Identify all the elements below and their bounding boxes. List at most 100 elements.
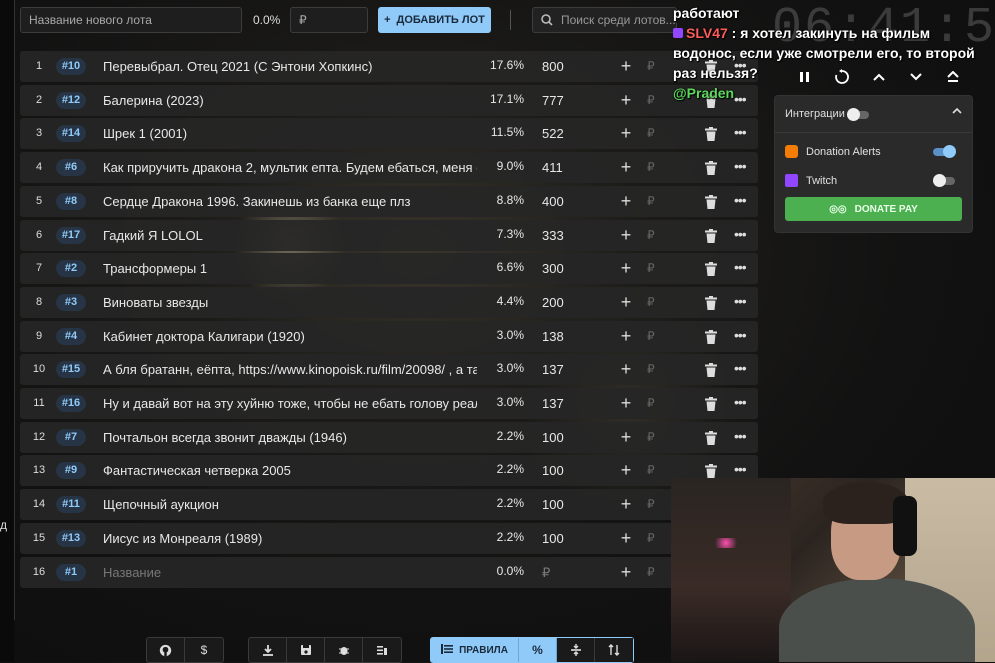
amount-currency-input[interactable]: ₽ xyxy=(647,422,655,453)
donate-pay-button[interactable]: ◎◎ DONATE PAY xyxy=(785,197,962,221)
delete-icon[interactable] xyxy=(705,228,717,243)
amount-currency-input[interactable]: ₽ xyxy=(647,455,655,486)
lot-amount[interactable]: 138 xyxy=(542,321,592,352)
add-amount-icon[interactable]: + xyxy=(618,557,634,587)
lot-amount[interactable]: 400 xyxy=(542,186,592,217)
lot-amount[interactable]: 333 xyxy=(542,220,592,251)
add-amount-icon[interactable]: + xyxy=(618,220,634,250)
add-amount-icon[interactable]: + xyxy=(618,51,634,81)
more-options-icon[interactable]: ••• xyxy=(734,220,747,248)
new-lot-name-input[interactable]: Название нового лота xyxy=(20,7,242,33)
add-amount-icon[interactable]: + xyxy=(618,186,634,216)
pause-icon[interactable] xyxy=(786,66,823,88)
add-lot-button[interactable]: + ДОБАВИТЬ ЛОТ xyxy=(378,7,491,33)
amount-currency-input[interactable]: ₽ xyxy=(647,489,655,520)
more-options-icon[interactable]: ••• xyxy=(734,354,747,382)
amount-currency-input[interactable]: ₽ xyxy=(647,287,655,318)
more-options-icon[interactable]: ••• xyxy=(734,321,747,349)
clear-list-icon[interactable] xyxy=(363,638,401,662)
amount-currency-input[interactable]: ₽ xyxy=(647,152,655,183)
add-amount-icon[interactable]: + xyxy=(618,321,634,351)
chevron-down-icon[interactable] xyxy=(897,66,934,88)
delete-icon[interactable] xyxy=(705,262,717,277)
add-amount-icon[interactable]: + xyxy=(618,523,634,553)
reset-icon[interactable] xyxy=(823,66,860,88)
rules-button[interactable]: ПРАВИЛА xyxy=(431,638,519,662)
more-options-icon[interactable]: ••• xyxy=(734,253,747,281)
delete-icon[interactable] xyxy=(705,397,717,411)
amount-currency-input[interactable]: ₽ xyxy=(647,388,655,419)
lot-amount[interactable]: 200 xyxy=(542,287,592,318)
more-options-icon[interactable]: ••• xyxy=(734,388,747,416)
lot-name-input[interactable]: Почтальон всегда звонит дважды (1946) xyxy=(103,422,477,453)
delete-icon[interactable] xyxy=(705,464,717,479)
percent-toggle-button[interactable]: % xyxy=(519,638,557,662)
save-icon[interactable] xyxy=(287,638,325,662)
add-amount-icon[interactable]: + xyxy=(618,85,634,115)
delete-icon[interactable] xyxy=(705,295,717,310)
amount-currency-input[interactable]: ₽ xyxy=(647,321,655,352)
add-amount-icon[interactable]: + xyxy=(618,152,634,182)
lot-amount[interactable]: 100 xyxy=(542,523,592,554)
lot-name-input[interactable]: Перевыбрал. Отец 2021 (С Энтони Хопкинс) xyxy=(103,51,477,82)
amount-currency-input[interactable]: ₽ xyxy=(647,220,655,251)
lot-amount[interactable]: 100 xyxy=(542,422,592,453)
add-amount-icon[interactable]: + xyxy=(618,422,634,452)
search-input[interactable]: Поиск среди лотов... xyxy=(532,7,677,33)
lot-amount[interactable]: 100 xyxy=(542,455,592,486)
chevron-up-icon[interactable] xyxy=(860,66,897,88)
add-amount-icon[interactable]: + xyxy=(618,354,634,384)
amount-currency-input[interactable]: ₽ xyxy=(647,253,655,284)
add-amount-icon[interactable]: + xyxy=(618,253,634,283)
amount-currency-input[interactable]: ₽ xyxy=(647,557,655,588)
donate-dollar-button[interactable]: $ xyxy=(185,638,223,662)
lot-amount[interactable]: 800 xyxy=(542,51,592,82)
add-amount-icon[interactable]: + xyxy=(618,489,634,519)
add-amount-icon[interactable]: + xyxy=(618,118,634,148)
lot-amount[interactable]: 777 xyxy=(542,85,592,116)
delete-icon[interactable] xyxy=(705,127,717,142)
lot-name-input[interactable]: Трансформеры 1 xyxy=(103,253,477,284)
donation-alerts-toggle[interactable] xyxy=(933,145,956,158)
more-options-icon[interactable]: ••• xyxy=(734,118,747,146)
integrations-toggle[interactable] xyxy=(847,108,869,121)
more-options-icon[interactable]: ••• xyxy=(734,287,747,315)
delete-icon[interactable] xyxy=(705,363,717,378)
add-amount-icon[interactable]: + xyxy=(618,388,634,418)
lot-name-input[interactable]: Фантастическая четверка 2005 xyxy=(103,455,477,486)
lot-name-input[interactable]: Балерина (2023) xyxy=(103,85,477,116)
github-icon[interactable] xyxy=(147,638,185,662)
sort-icon[interactable] xyxy=(595,638,633,662)
add-amount-icon[interactable]: + xyxy=(618,455,634,485)
lot-name-input[interactable]: Гадкий Я LOLOL xyxy=(103,220,477,251)
lot-amount[interactable]: 522 xyxy=(542,118,592,149)
amount-currency-input[interactable]: ₽ xyxy=(647,118,655,149)
twitch-toggle[interactable] xyxy=(933,174,955,187)
lot-name-input[interactable]: Иисус из Монреаля (1989) xyxy=(103,523,477,554)
lot-amount[interactable]: ₽ xyxy=(542,557,592,588)
amount-currency-input[interactable]: ₽ xyxy=(647,523,655,554)
amount-currency-input[interactable]: ₽ xyxy=(647,85,655,116)
lot-name-input[interactable]: Виноваты звезды xyxy=(103,287,477,318)
amount-currency-input[interactable]: ₽ xyxy=(647,51,655,82)
lot-name-input[interactable]: Название xyxy=(103,557,477,588)
lot-amount[interactable]: 100 xyxy=(542,489,592,520)
lot-amount[interactable]: 137 xyxy=(542,354,592,385)
lot-amount[interactable]: 411 xyxy=(542,152,592,183)
amount-currency-input[interactable]: ₽ xyxy=(647,354,655,385)
compact-view-icon[interactable] xyxy=(557,638,595,662)
double-up-icon[interactable] xyxy=(934,66,971,88)
delete-icon[interactable] xyxy=(705,430,717,445)
bug-icon[interactable] xyxy=(325,638,363,662)
lot-name-input[interactable]: Щепочный аукцион xyxy=(103,489,477,520)
lot-name-input[interactable]: Ну и давай вот на эту хуйню тоже, чтобы … xyxy=(103,388,477,419)
amount-currency-input[interactable]: ₽ xyxy=(647,186,655,217)
new-lot-amount-input[interactable]: ₽ xyxy=(290,7,368,33)
lot-amount[interactable]: 137 xyxy=(542,388,592,419)
lot-name-input[interactable]: Шрек 1 (2001) xyxy=(103,118,477,149)
delete-icon[interactable] xyxy=(705,194,717,209)
download-icon[interactable] xyxy=(249,638,287,662)
chevron-up-icon[interactable] xyxy=(952,106,962,118)
lot-name-input[interactable]: Кабинет доктора Калигари (1920) xyxy=(103,321,477,352)
delete-icon[interactable] xyxy=(705,329,717,344)
